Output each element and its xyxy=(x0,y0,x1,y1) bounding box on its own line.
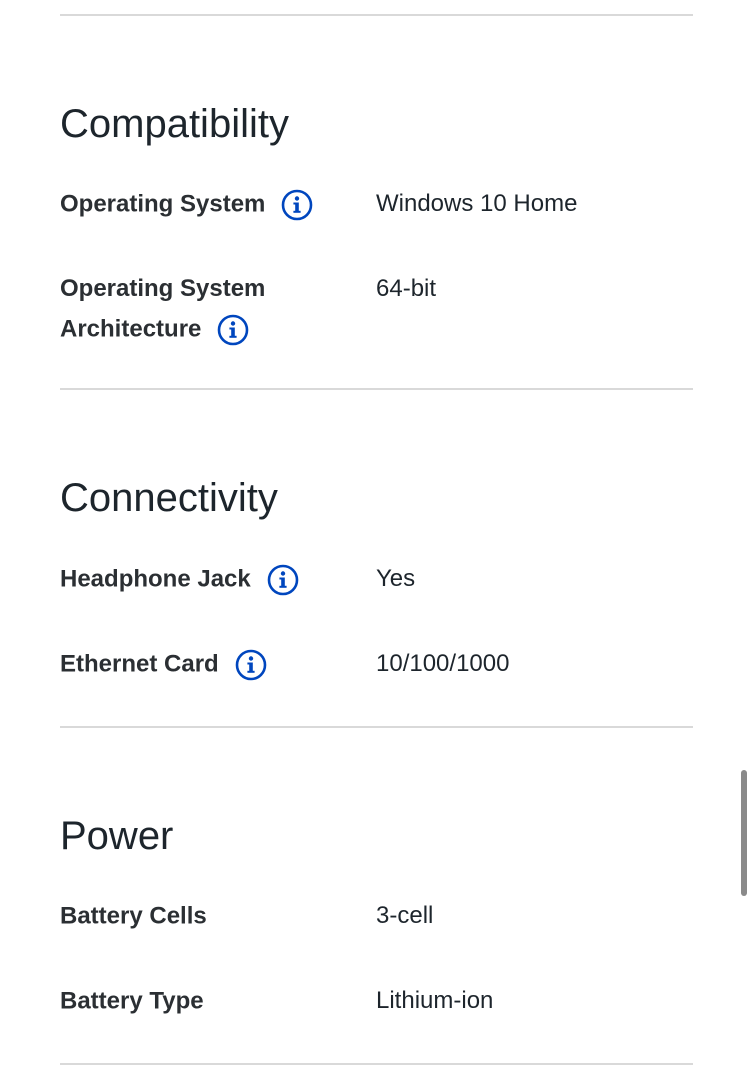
section-divider xyxy=(60,388,693,390)
spec-label-battery-cells: Battery Cells xyxy=(60,896,350,937)
spec-value-os-architecture: 64-bit xyxy=(376,275,437,302)
spec-value-operating-system: Windows 10 Home xyxy=(376,190,578,217)
spec-label-os-architecture: Operating System Architecture xyxy=(60,269,350,350)
info-circle-icon[interactable] xyxy=(281,189,313,221)
spec-value-battery-type: Lithium-ion xyxy=(376,987,494,1014)
scrollbar-thumb[interactable] xyxy=(741,770,747,896)
section-title-connectivity: Connectivity xyxy=(60,476,278,520)
section-title-compatibility: Compatibility xyxy=(60,102,289,146)
section-divider xyxy=(60,1063,693,1065)
spec-label-text: Ethernet Card xyxy=(60,650,219,678)
spec-label-text: Operating System xyxy=(60,190,266,218)
spec-label-text: Operating System xyxy=(60,275,266,302)
spec-value-battery-cells: 3-cell xyxy=(376,902,434,929)
spec-value-headphone-jack: Yes xyxy=(376,565,416,592)
spec-label-battery-type: Battery Type xyxy=(60,981,350,1022)
specifications-page: Compatibility Operating System Windows 1… xyxy=(0,0,753,1080)
spec-label-text: Architecture xyxy=(60,315,202,343)
spec-label-headphone-jack: Headphone Jack xyxy=(60,559,350,600)
spec-label-ethernet-card: Ethernet Card xyxy=(60,644,350,685)
spec-value-ethernet-card: 10/100/1000 xyxy=(376,650,510,677)
spec-label-text: Headphone Jack xyxy=(60,565,251,593)
section-title-power: Power xyxy=(60,814,174,858)
spec-label-text: Battery Type xyxy=(60,987,204,1015)
section-divider xyxy=(60,726,693,728)
spec-label-operating-system: Operating System xyxy=(60,184,350,225)
info-circle-icon[interactable] xyxy=(235,649,267,681)
info-circle-icon[interactable] xyxy=(217,314,249,346)
info-circle-icon[interactable] xyxy=(267,564,299,596)
spec-label-text: Battery Cells xyxy=(60,902,207,930)
section-divider xyxy=(60,14,693,16)
